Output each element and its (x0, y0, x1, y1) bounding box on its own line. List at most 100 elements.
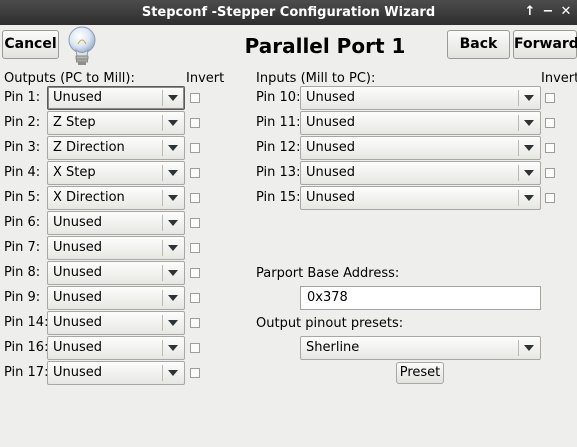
outputs-pin-label: Pin 6: (4, 215, 41, 230)
inputs-invert-header: Invert (541, 71, 577, 86)
chevron-down-icon (168, 220, 178, 226)
window-titlebar: Stepconf -Stepper Configuration Wizard ↑… (0, 0, 577, 25)
chevron-down-icon (168, 370, 178, 376)
back-button-label: Back (459, 36, 498, 52)
outputs-pin-dropdown[interactable]: Z Direction (47, 136, 185, 160)
chevron-down-icon (168, 245, 178, 251)
inputs-pin-label: Pin 10: (256, 90, 301, 105)
forward-button[interactable]: Forward (513, 30, 577, 59)
chevron-down-icon (524, 95, 534, 101)
outputs-pin-dropdown[interactable]: Unused (47, 236, 185, 260)
outputs-invert-checkbox[interactable] (190, 93, 200, 103)
inputs-pin-dropdown[interactable]: Unused (300, 161, 541, 185)
inputs-pin-value: Unused (306, 90, 356, 105)
outputs-pin-value: Unused (53, 265, 103, 280)
inputs-invert-checkbox[interactable] (545, 118, 555, 128)
outputs-invert-checkbox[interactable] (190, 218, 200, 228)
outputs-pin-value: Unused (53, 290, 103, 305)
outputs-invert-checkbox[interactable] (190, 168, 200, 178)
chevron-down-icon (524, 195, 534, 201)
chevron-down-icon (168, 345, 178, 351)
inputs-pin-value: Unused (306, 140, 356, 155)
outputs-pin-label: Pin 3: (4, 140, 41, 155)
cancel-button[interactable]: Cancel (2, 30, 59, 59)
inputs-header: Inputs (Mill to PC): (256, 71, 376, 86)
preset-button-label: Preset (399, 365, 441, 380)
outputs-pin-label: Pin 2: (4, 115, 41, 130)
outputs-pin-value: X Direction (53, 190, 125, 205)
chevron-down-icon (168, 145, 178, 151)
outputs-pin-label: Pin 4: (4, 165, 41, 180)
chevron-down-icon (524, 345, 534, 351)
inputs-pin-value: Unused (306, 165, 356, 180)
outputs-pin-dropdown[interactable]: Unused (47, 86, 185, 110)
preset-dropdown[interactable]: Sherline (300, 336, 541, 360)
outputs-pin-dropdown[interactable]: Unused (47, 286, 185, 310)
preset-value: Sherline (306, 340, 360, 355)
maximize-icon[interactable]: ↑ (522, 4, 538, 20)
outputs-invert-checkbox[interactable] (190, 318, 200, 328)
parport-base-field[interactable]: 0x378 (300, 286, 541, 310)
inputs-pin-label: Pin 11: (256, 115, 301, 130)
inputs-invert-checkbox[interactable] (545, 143, 555, 153)
outputs-invert-checkbox[interactable] (190, 243, 200, 253)
outputs-pin-value: Unused (53, 365, 103, 380)
chevron-down-icon (524, 120, 534, 126)
outputs-invert-checkbox[interactable] (190, 368, 200, 378)
lightbulb-icon (64, 24, 100, 68)
back-button[interactable]: Back (447, 30, 510, 59)
outputs-pin-label: Pin 5: (4, 190, 41, 205)
outputs-invert-checkbox[interactable] (190, 293, 200, 303)
outputs-pin-value: Unused (53, 315, 103, 330)
cancel-button-label: Cancel (4, 36, 57, 52)
inputs-pin-dropdown[interactable]: Unused (300, 186, 541, 210)
inputs-pin-value: Unused (306, 190, 356, 205)
outputs-invert-checkbox[interactable] (190, 118, 200, 128)
outputs-pin-value: Z Direction (53, 140, 125, 155)
outputs-pin-label: Pin 7: (4, 240, 41, 255)
outputs-invert-checkbox[interactable] (190, 268, 200, 278)
outputs-header: Outputs (PC to Mill): (4, 71, 135, 86)
chevron-down-icon (168, 120, 178, 126)
forward-button-label: Forward (514, 36, 577, 52)
outputs-pin-dropdown[interactable]: Unused (47, 261, 185, 285)
outputs-pin-dropdown[interactable]: X Direction (47, 186, 185, 210)
outputs-pin-label: Pin 9: (4, 290, 41, 305)
inputs-pin-label: Pin 12: (256, 140, 301, 155)
outputs-pin-dropdown[interactable]: X Step (47, 161, 185, 185)
outputs-pin-dropdown[interactable]: Unused (47, 211, 185, 235)
minimize-icon[interactable]: − (540, 4, 556, 20)
chevron-down-icon (168, 170, 178, 176)
chevron-down-icon (168, 320, 178, 326)
outputs-pin-dropdown[interactable]: Unused (47, 311, 185, 335)
outputs-invert-checkbox[interactable] (190, 193, 200, 203)
window-title: Stepconf -Stepper Configuration Wizard (141, 5, 436, 20)
outputs-pin-value: Unused (53, 240, 103, 255)
inputs-invert-checkbox[interactable] (545, 93, 555, 103)
page-title: Parallel Port 1 (244, 34, 406, 58)
close-icon[interactable]: ✕ (558, 4, 574, 20)
preset-button[interactable]: Preset (396, 362, 444, 384)
outputs-pin-dropdown[interactable]: Unused (47, 336, 185, 360)
inputs-invert-checkbox[interactable] (545, 193, 555, 203)
parport-base-value: 0x378 (307, 290, 348, 305)
outputs-pin-dropdown[interactable]: Z Step (47, 111, 185, 135)
chevron-down-icon (168, 95, 178, 101)
inputs-pin-value: Unused (306, 115, 356, 130)
outputs-pin-value: X Step (53, 165, 96, 180)
inputs-pin-label: Pin 15: (256, 190, 301, 205)
outputs-pin-value: Unused (53, 90, 103, 105)
outputs-pin-label: Pin 1: (4, 90, 41, 105)
chevron-down-icon (168, 295, 178, 301)
inputs-pin-dropdown[interactable]: Unused (300, 111, 541, 135)
outputs-invert-checkbox[interactable] (190, 343, 200, 353)
inputs-pin-dropdown[interactable]: Unused (300, 136, 541, 160)
chevron-down-icon (168, 195, 178, 201)
inputs-pin-dropdown[interactable]: Unused (300, 86, 541, 110)
parport-base-label: Parport Base Address: (256, 266, 400, 281)
inputs-invert-checkbox[interactable] (545, 168, 555, 178)
outputs-invert-checkbox[interactable] (190, 143, 200, 153)
output-presets-label: Output pinout presets: (256, 316, 404, 331)
outputs-pin-label: Pin 8: (4, 265, 41, 280)
outputs-pin-dropdown[interactable]: Unused (47, 361, 185, 385)
